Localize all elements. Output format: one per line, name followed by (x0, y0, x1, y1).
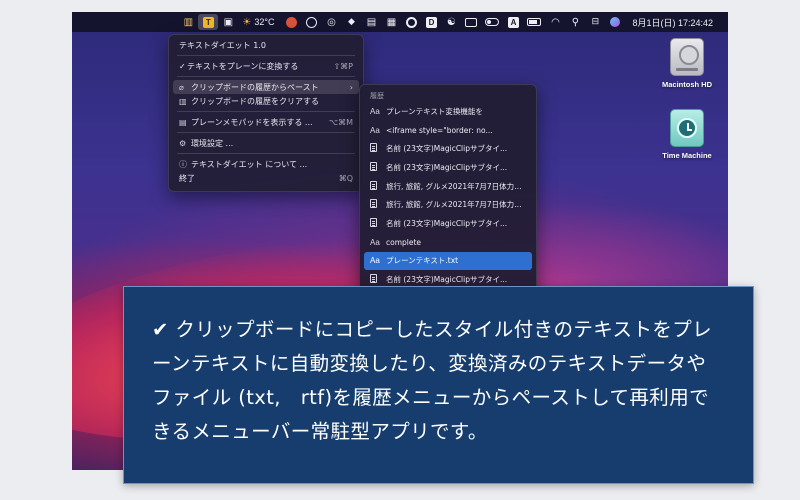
text-type-icon: Aa (370, 106, 380, 116)
toggle-icon[interactable] (481, 12, 503, 32)
hex-icon[interactable] (401, 12, 421, 32)
text-type-icon: Aa (370, 256, 380, 266)
weather-temp: 32°C (254, 17, 275, 27)
history-item-label: 名前 (23文字)MagicClipサブタイ... (386, 218, 508, 228)
desktop-icon-time-machine[interactable]: Time Machine (647, 109, 727, 160)
shortcut-label: ⇧⌘P (333, 61, 353, 71)
submenu-header: 履歴 (370, 91, 384, 100)
caption-box: ✔ クリップボードにコピーしたスタイル付きのテキストをプレーンテキストに自動変換… (123, 286, 754, 484)
chevron-right-icon: › (349, 82, 353, 92)
paste-icon[interactable]: ▦ (381, 12, 401, 32)
app-text-diet-icon[interactable]: T (198, 14, 219, 30)
yin-yang-icon[interactable]: ☯ (441, 12, 461, 32)
gear-icon: ⚙ (179, 138, 187, 148)
trash-icon: ▥ (179, 96, 187, 106)
checkmark-icon: ✓ (179, 61, 186, 71)
info-icon: ⓘ (179, 159, 187, 169)
menu-item-quit[interactable]: 終了 ⌘Q (173, 171, 359, 185)
d-icon[interactable]: D (421, 12, 441, 32)
paperclip-icon: ⌀ (179, 82, 184, 92)
menubar-clock[interactable]: 8月1日(日) 17:24:42 (625, 12, 720, 32)
menu-separator (177, 132, 355, 133)
menu-item-convert[interactable]: ✓ テキストをプレーンに変換する ⇧⌘P (173, 59, 359, 73)
desktop-icon-label: Time Machine (662, 151, 712, 160)
history-item-label: 旅行, 旅館, グルメ2021年7月7日体力難... (386, 181, 526, 191)
trash-icon[interactable]: ▥ (178, 12, 198, 32)
wifi-icon[interactable]: ◠ (545, 12, 565, 32)
memo-icon: ▤ (179, 117, 187, 127)
desktop-icon-label: Macintosh HD (661, 80, 712, 89)
history-item[interactable]: 名前 (23文字)MagicClipサブタイ... (364, 158, 532, 177)
history-item-label: complete (386, 237, 422, 247)
a-icon[interactable]: A (503, 12, 523, 32)
history-item[interactable]: Aa <iframe style="border: no... (364, 121, 532, 140)
history-item-label: 名前 (23文字)MagicClipサブタイ... (386, 144, 508, 154)
history-item[interactable]: Aa プレーンテキスト変換機能を (364, 102, 532, 121)
caption-text: ✔ クリップボードにコピーしたスタイル付きのテキストをプレーンテキストに自動変換… (152, 318, 713, 443)
file-icon (370, 199, 386, 210)
history-item-label: 旅行, 旅館, グルメ2021年7月7日体力難... (386, 200, 526, 210)
control-center-icon[interactable]: ⊟ (585, 12, 605, 32)
shortcut-label: ⌘Q (338, 173, 353, 183)
search-icon[interactable]: ⚲ (565, 12, 585, 32)
file-icon (370, 217, 386, 229)
menu-item-paste-history[interactable]: ⌀ クリップボードの履歴からペースト › (173, 80, 359, 94)
vpn-icon[interactable] (301, 12, 321, 32)
bluetooth-icon[interactable] (281, 12, 301, 32)
clipboard-icon[interactable]: ▣ (218, 12, 238, 32)
history-item[interactable]: 旅行, 旅館, グルメ2021年7月7日体力難... (364, 195, 532, 214)
history-item-label: プレーンテキスト.txt (386, 256, 459, 266)
file-icon (370, 274, 386, 285)
shortcut-label: ⌥⌘M (328, 117, 353, 127)
history-item[interactable]: 名前 (23文字)MagicClipサブタイ... (364, 214, 532, 233)
menu-item-show-memo[interactable]: ▤ プレーンメモパッドを表示する ... ⌥⌘M (173, 115, 359, 129)
window-icon[interactable] (461, 12, 481, 32)
history-item-label: 名前 (23文字)MagicClipサブタイ... (386, 275, 508, 285)
history-item[interactable]: 名前 (23文字)MagicClipサブタイ... (364, 139, 532, 158)
menu-item-settings[interactable]: ⚙ 環境設定 ... (173, 136, 359, 150)
menu-separator (177, 55, 355, 56)
desktop-icon-macintosh-hd[interactable]: Macintosh HD (647, 38, 727, 89)
text-type-icon: Aa (370, 125, 380, 135)
menu-separator (177, 76, 355, 77)
menu-item-app-title: テキストダイエット 1.0 (179, 40, 266, 50)
menu-separator (177, 153, 355, 154)
file-icon (370, 143, 386, 154)
history-item[interactable]: Aa complete (364, 233, 532, 252)
document-icon[interactable]: ▤ (361, 12, 381, 32)
history-item-label: プレーンテキスト変換機能を (386, 106, 483, 116)
menu-item-about[interactable]: ⓘ テキストダイエット について ... (173, 157, 359, 171)
siri-icon[interactable] (605, 12, 625, 32)
history-item[interactable]: Aa プレーンテキスト.txt (364, 251, 532, 271)
menu-separator (177, 111, 355, 112)
weather-sun-icon[interactable]: ☀ 32°C (238, 12, 281, 32)
hard-drive-icon (670, 38, 704, 76)
text-type-icon: Aa (370, 237, 380, 247)
battery-icon[interactable] (523, 12, 545, 32)
history-item-label: 名前 (23文字)MagicClipサブタイ... (386, 162, 508, 172)
file-icon (370, 161, 386, 173)
menubar: ▥ T ▣ ☀ 32°C ◎ ◆ ▤ ▦ D ☯ A ◠ ⚲ ⊟ 8月1日(日) … (72, 12, 728, 32)
app-menu: テキストダイエット 1.0 ✓ テキストをプレーンに変換する ⇧⌘P ⌀ クリッ… (168, 34, 364, 192)
time-machine-icon (670, 109, 704, 147)
history-list: Aa プレーンテキスト変換機能を Aa <iframe style="border: … (364, 102, 532, 303)
file-icon (370, 180, 386, 192)
menu-item-clear-history[interactable]: ▥ クリップボードの履歴をクリアする (173, 94, 359, 108)
dropbox-icon[interactable]: ◆ (341, 12, 361, 32)
history-submenu: 履歴 Aa プレーンテキスト変換機能を Aa <iframe style="borde… (359, 84, 537, 304)
clip-icon[interactable]: ◎ (321, 12, 341, 32)
history-item-label: <iframe style="border: no... (386, 125, 493, 135)
history-item[interactable]: 旅行, 旅館, グルメ2021年7月7日体力難... (364, 177, 532, 196)
